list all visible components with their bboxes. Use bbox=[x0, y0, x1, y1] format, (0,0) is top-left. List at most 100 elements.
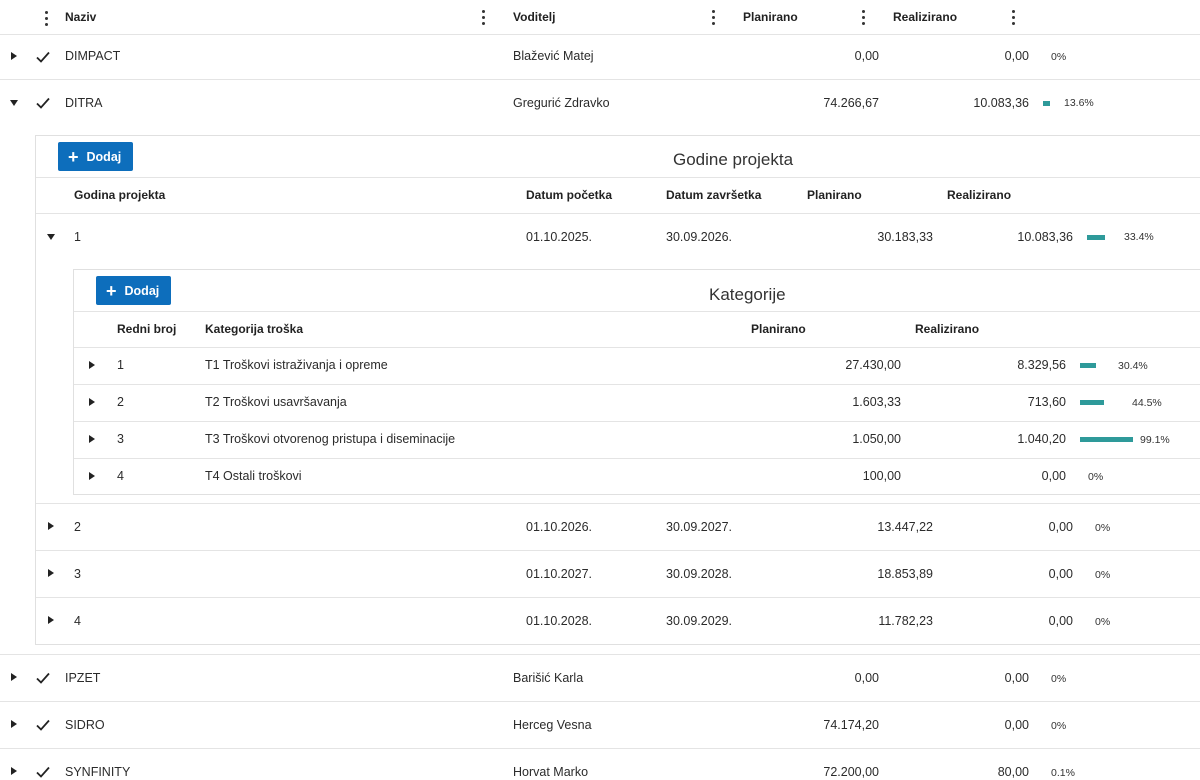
project-lead: Blažević Matej bbox=[513, 49, 594, 63]
collapse-row-icon[interactable] bbox=[47, 234, 55, 240]
year-row[interactable]: 4 01.10.2028. 30.09.2029. 11.782,23 0,00… bbox=[36, 598, 1200, 644]
expand-row-icon[interactable] bbox=[11, 52, 17, 60]
category-row[interactable]: 2 T2 Troškovi usavršavanja 1.603,33 713,… bbox=[74, 385, 1200, 421]
year-realized: 0,00 bbox=[1048, 520, 1073, 534]
year-start: 01.10.2028. bbox=[526, 614, 593, 628]
check-icon bbox=[36, 51, 50, 63]
progress-bar bbox=[1080, 363, 1096, 368]
category-percent: 44.5% bbox=[1132, 397, 1162, 409]
column-menu-icon[interactable] bbox=[856, 7, 872, 27]
add-category-button-label: Dodaj bbox=[124, 283, 160, 298]
expand-row-icon[interactable] bbox=[11, 720, 17, 728]
project-percent: 0% bbox=[1051, 51, 1067, 63]
project-planned: 0,00 bbox=[854, 671, 879, 685]
year-row[interactable]: 1 01.10.2025. 30.09.2026. 30.183,33 10.0… bbox=[36, 214, 1200, 260]
expand-row-icon[interactable] bbox=[48, 569, 54, 577]
plus-icon: + bbox=[68, 146, 79, 167]
expand-row-icon[interactable] bbox=[89, 472, 95, 480]
column-menu-icon[interactable] bbox=[1006, 7, 1022, 27]
project-planned: 74.174,20 bbox=[823, 718, 879, 732]
category-realized: 1.040,20 bbox=[1017, 432, 1066, 446]
category-realized: 713,60 bbox=[1027, 395, 1066, 409]
year-percent: 0% bbox=[1095, 616, 1111, 628]
column-header-realized[interactable]: Realizirano bbox=[915, 322, 979, 336]
project-name: DIMPACT bbox=[65, 49, 121, 63]
column-header-year[interactable]: Godina projekta bbox=[74, 188, 165, 202]
column-header-no[interactable]: Redni broj bbox=[117, 322, 176, 336]
category-planned: 1.050,00 bbox=[852, 432, 901, 446]
category-percent: 99.1% bbox=[1140, 434, 1170, 446]
year-end: 30.09.2029. bbox=[666, 614, 733, 628]
expand-row-icon[interactable] bbox=[11, 767, 17, 775]
project-name: IPZET bbox=[65, 671, 101, 685]
category-planned: 1.603,33 bbox=[852, 395, 901, 409]
year-percent: 33.4% bbox=[1124, 231, 1154, 243]
project-name: SYNFINITY bbox=[65, 765, 131, 779]
project-planned: 74.266,67 bbox=[823, 96, 879, 110]
category-row[interactable]: 4 T4 Ostali troškovi 100,00 0,00 0% bbox=[74, 459, 1200, 494]
project-lead: Barišić Karla bbox=[513, 671, 584, 685]
category-percent: 30.4% bbox=[1118, 360, 1148, 372]
column-menu-icon[interactable] bbox=[706, 7, 722, 27]
year-realized: 0,00 bbox=[1048, 614, 1073, 628]
category-row[interactable]: 1 T1 Troškovi istraživanja i opreme 27.4… bbox=[74, 348, 1200, 384]
expand-row-icon[interactable] bbox=[89, 398, 95, 406]
progress-bar bbox=[1080, 437, 1133, 442]
check-icon bbox=[36, 719, 50, 731]
column-header-realized[interactable]: Realizirano bbox=[947, 188, 1011, 202]
project-realized: 10.083,36 bbox=[973, 96, 1029, 110]
expand-row-icon[interactable] bbox=[89, 435, 95, 443]
category-name: T3 Troškovi otvorenog pristupa i disemin… bbox=[205, 432, 456, 446]
project-planned: 0,00 bbox=[854, 49, 879, 63]
expand-row-icon[interactable] bbox=[11, 673, 17, 681]
year-percent: 0% bbox=[1095, 522, 1111, 534]
table-row[interactable]: DITRA Gregurić Zdravko 74.266,67 10.083,… bbox=[0, 80, 1200, 126]
project-lead: Gregurić Zdravko bbox=[513, 96, 610, 110]
column-header-end[interactable]: Datum završetka bbox=[666, 188, 761, 202]
project-lead: Horvat Marko bbox=[513, 765, 589, 779]
table-row[interactable]: SYNFINITY Horvat Marko 72.200,00 80,00 0… bbox=[0, 749, 1200, 780]
year-row[interactable]: 2 01.10.2026. 30.09.2027. 13.447,22 0,00… bbox=[36, 504, 1200, 550]
project-realized: 0,00 bbox=[1004, 718, 1029, 732]
table-row[interactable]: SIDRO Herceg Vesna 74.174,20 0,00 0% bbox=[0, 702, 1200, 748]
year-number: 3 bbox=[74, 567, 81, 581]
check-icon bbox=[36, 97, 50, 109]
expand-row-icon[interactable] bbox=[48, 522, 54, 530]
category-no: 2 bbox=[117, 395, 124, 409]
progress-bar bbox=[1087, 235, 1105, 240]
column-header-lead[interactable]: Voditelj bbox=[513, 10, 555, 24]
year-planned: 13.447,22 bbox=[877, 520, 933, 534]
add-category-button[interactable]: + Dodaj bbox=[96, 276, 172, 305]
project-name: DITRA bbox=[65, 96, 103, 110]
category-planned: 27.430,00 bbox=[845, 358, 901, 372]
column-header-start[interactable]: Datum početka bbox=[526, 188, 612, 202]
column-header-name[interactable]: Naziv bbox=[65, 10, 96, 24]
check-icon bbox=[36, 766, 50, 778]
category-realized: 0,00 bbox=[1041, 469, 1066, 483]
add-year-button[interactable]: + Dodaj bbox=[58, 142, 134, 171]
year-realized: 0,00 bbox=[1048, 567, 1073, 581]
category-name: T2 Troškovi usavršavanja bbox=[205, 395, 347, 409]
project-realized: 0,00 bbox=[1004, 671, 1029, 685]
column-menu-icon[interactable] bbox=[476, 7, 492, 27]
category-row[interactable]: 3 T3 Troškovi otvorenog pristupa i disem… bbox=[74, 422, 1200, 458]
year-end: 30.09.2026. bbox=[666, 230, 733, 244]
category-no: 4 bbox=[117, 469, 124, 483]
column-header-planned[interactable]: Planirano bbox=[807, 188, 862, 202]
progress-bar bbox=[1080, 400, 1104, 405]
check-icon bbox=[36, 672, 50, 684]
column-header-category[interactable]: Kategorija troška bbox=[205, 322, 303, 336]
column-menu-icon[interactable] bbox=[39, 8, 55, 28]
category-planned: 100,00 bbox=[862, 469, 901, 483]
expand-row-icon[interactable] bbox=[89, 361, 95, 369]
year-row[interactable]: 3 01.10.2027. 30.09.2028. 18.853,89 0,00… bbox=[36, 551, 1200, 597]
project-percent: 0% bbox=[1051, 673, 1067, 685]
table-row[interactable]: DIMPACT Blažević Matej 0,00 0,00 0% bbox=[0, 35, 1200, 79]
collapse-row-icon[interactable] bbox=[10, 100, 18, 106]
column-header-planned[interactable]: Planirano bbox=[751, 322, 806, 336]
table-row[interactable]: IPZET Barišić Karla 0,00 0,00 0% bbox=[0, 655, 1200, 701]
category-no: 3 bbox=[117, 432, 124, 446]
expand-row-icon[interactable] bbox=[48, 616, 54, 624]
column-header-planned[interactable]: Planirano bbox=[743, 10, 798, 24]
column-header-realized[interactable]: Realizirano bbox=[893, 10, 957, 24]
